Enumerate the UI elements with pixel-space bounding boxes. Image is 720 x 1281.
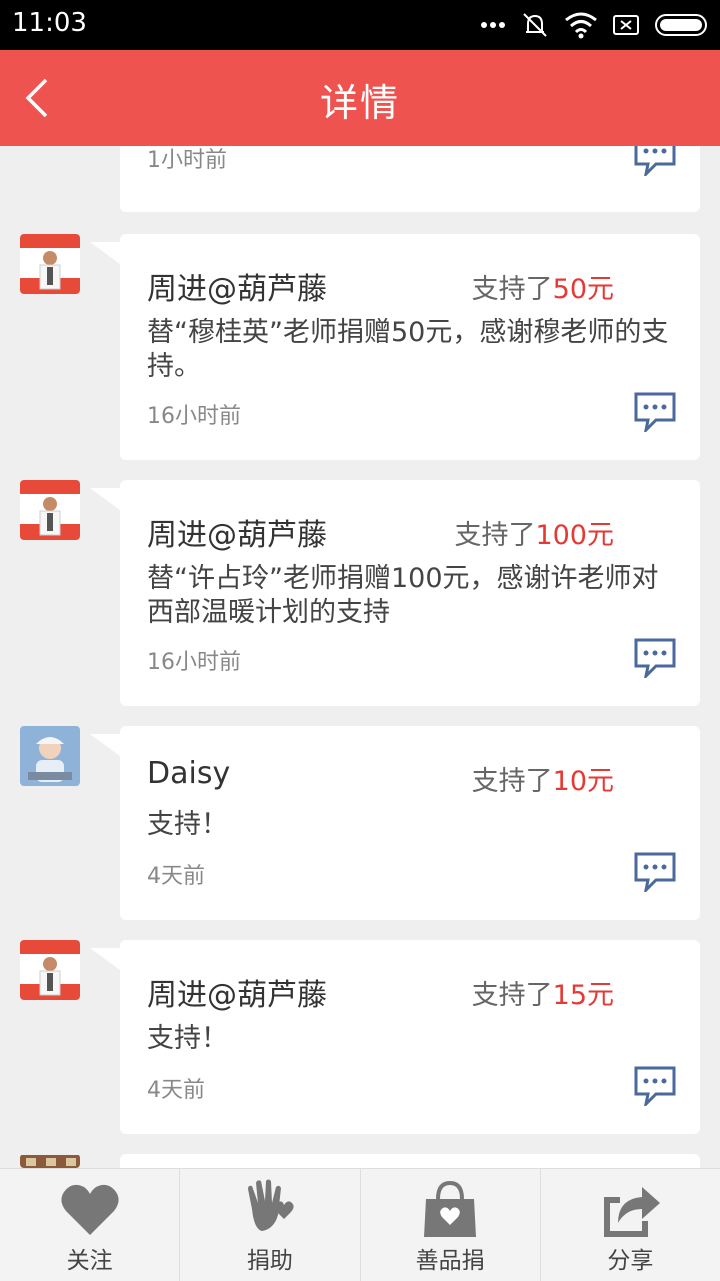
- avatar[interactable]: [20, 726, 80, 786]
- post-text: 替“穆桂英”老师捐赠50元，感谢穆老师的支持。: [147, 317, 669, 382]
- avatar[interactable]: [20, 234, 80, 294]
- support-feed[interactable]: 1小时前 周进@葫芦藤 支持了50元 替“穆桂英”老师捐赠50元，感谢穆老师的支…: [0, 146, 720, 1168]
- wifi-icon: [565, 12, 597, 39]
- mute-icon: [523, 13, 547, 37]
- sim-off-icon: [613, 15, 639, 35]
- hand-heart-icon: [247, 1179, 294, 1231]
- share-icon: [604, 1187, 661, 1237]
- bubble-tail: [90, 948, 120, 970]
- bubble-tail: [90, 734, 120, 756]
- money-value: 50元: [552, 274, 614, 305]
- list-item: 周进@葫芦藤 支持了100元 替“许占玲”老师捐赠100元，感谢许老师对西部温暖…: [90, 480, 700, 706]
- page-title: 详情: [319, 81, 400, 125]
- nav-goods-donate[interactable]: 善品捐: [361, 1169, 541, 1281]
- comment-icon[interactable]: [634, 852, 676, 892]
- support-amount: 支持了15元: [472, 973, 614, 1012]
- nav-share[interactable]: 分享: [541, 1169, 720, 1281]
- nav-label: 捐助: [246, 1248, 293, 1274]
- money-value: 100元: [535, 520, 614, 551]
- list-item: Daisy 支持了10元 支持！ 4天前: [90, 726, 700, 920]
- support-amount: 支持了100元: [454, 513, 614, 552]
- list-item: 周进@葫芦藤 支持了50元 替“穆桂英”老师捐赠50元，感谢穆老师的支持。 16…: [90, 234, 700, 460]
- avatar[interactable]: [20, 940, 80, 1000]
- user-name[interactable]: Daisy: [147, 756, 230, 791]
- support-amount: 支持了50元: [472, 267, 614, 306]
- comment-icon[interactable]: [634, 638, 676, 678]
- nav-label: 分享: [607, 1248, 654, 1274]
- status-bar: 11:03: [0, 0, 720, 50]
- comment-icon[interactable]: [634, 146, 676, 176]
- money-value: 10元: [552, 766, 614, 797]
- bag-icon: [424, 1180, 477, 1237]
- support-label: 支持了: [454, 520, 536, 551]
- post-text: 替“许占玲”老师捐赠100元，感谢许老师对西部温暖计划的支持: [147, 563, 659, 628]
- app-bar: 详情: [0, 50, 720, 146]
- post-time: 4天前: [147, 1078, 205, 1103]
- user-name[interactable]: 周进@葫芦藤: [147, 510, 327, 554]
- status-time: 11:03: [12, 8, 87, 38]
- user-name[interactable]: 周进@葫芦藤: [147, 970, 327, 1014]
- heart-icon: [61, 1184, 119, 1235]
- post-time: 16小时前: [147, 650, 241, 675]
- avatar[interactable]: [20, 1154, 80, 1168]
- nav-follow[interactable]: 关注: [0, 1169, 181, 1281]
- nav-label: 关注: [66, 1248, 113, 1274]
- list-item: [120, 1154, 700, 1168]
- bottom-nav: 关注 捐助 善品捐 分享: [0, 1168, 720, 1281]
- support-label: 支持了: [471, 766, 553, 797]
- list-item: 周进@葫芦藤 支持了15元 支持！ 4天前: [90, 940, 700, 1134]
- user-name[interactable]: 周进@葫芦藤: [147, 264, 327, 308]
- nav-label: 善品捐: [415, 1248, 485, 1274]
- money-value: 15元: [552, 980, 614, 1011]
- bubble-tail: [90, 242, 120, 264]
- post-text: 支持！: [147, 1023, 228, 1054]
- bubble-tail: [90, 488, 120, 510]
- nav-donate[interactable]: 捐助: [180, 1169, 361, 1281]
- post-time: 4天前: [147, 864, 205, 889]
- comment-icon[interactable]: [634, 392, 676, 432]
- support-label: 支持了: [471, 274, 553, 305]
- post-text: 支持！: [147, 809, 228, 840]
- comment-icon[interactable]: [634, 1066, 676, 1106]
- support-label: 支持了: [471, 980, 553, 1011]
- battery-icon: [655, 14, 707, 36]
- post-time: 1小时前: [147, 148, 227, 173]
- avatar[interactable]: [20, 480, 80, 540]
- more-dots-icon: [481, 22, 505, 28]
- status-icons: [480, 8, 710, 42]
- post-time: 16小时前: [147, 404, 241, 429]
- list-item: 1小时前: [120, 146, 700, 212]
- support-amount: 支持了10元: [472, 759, 614, 798]
